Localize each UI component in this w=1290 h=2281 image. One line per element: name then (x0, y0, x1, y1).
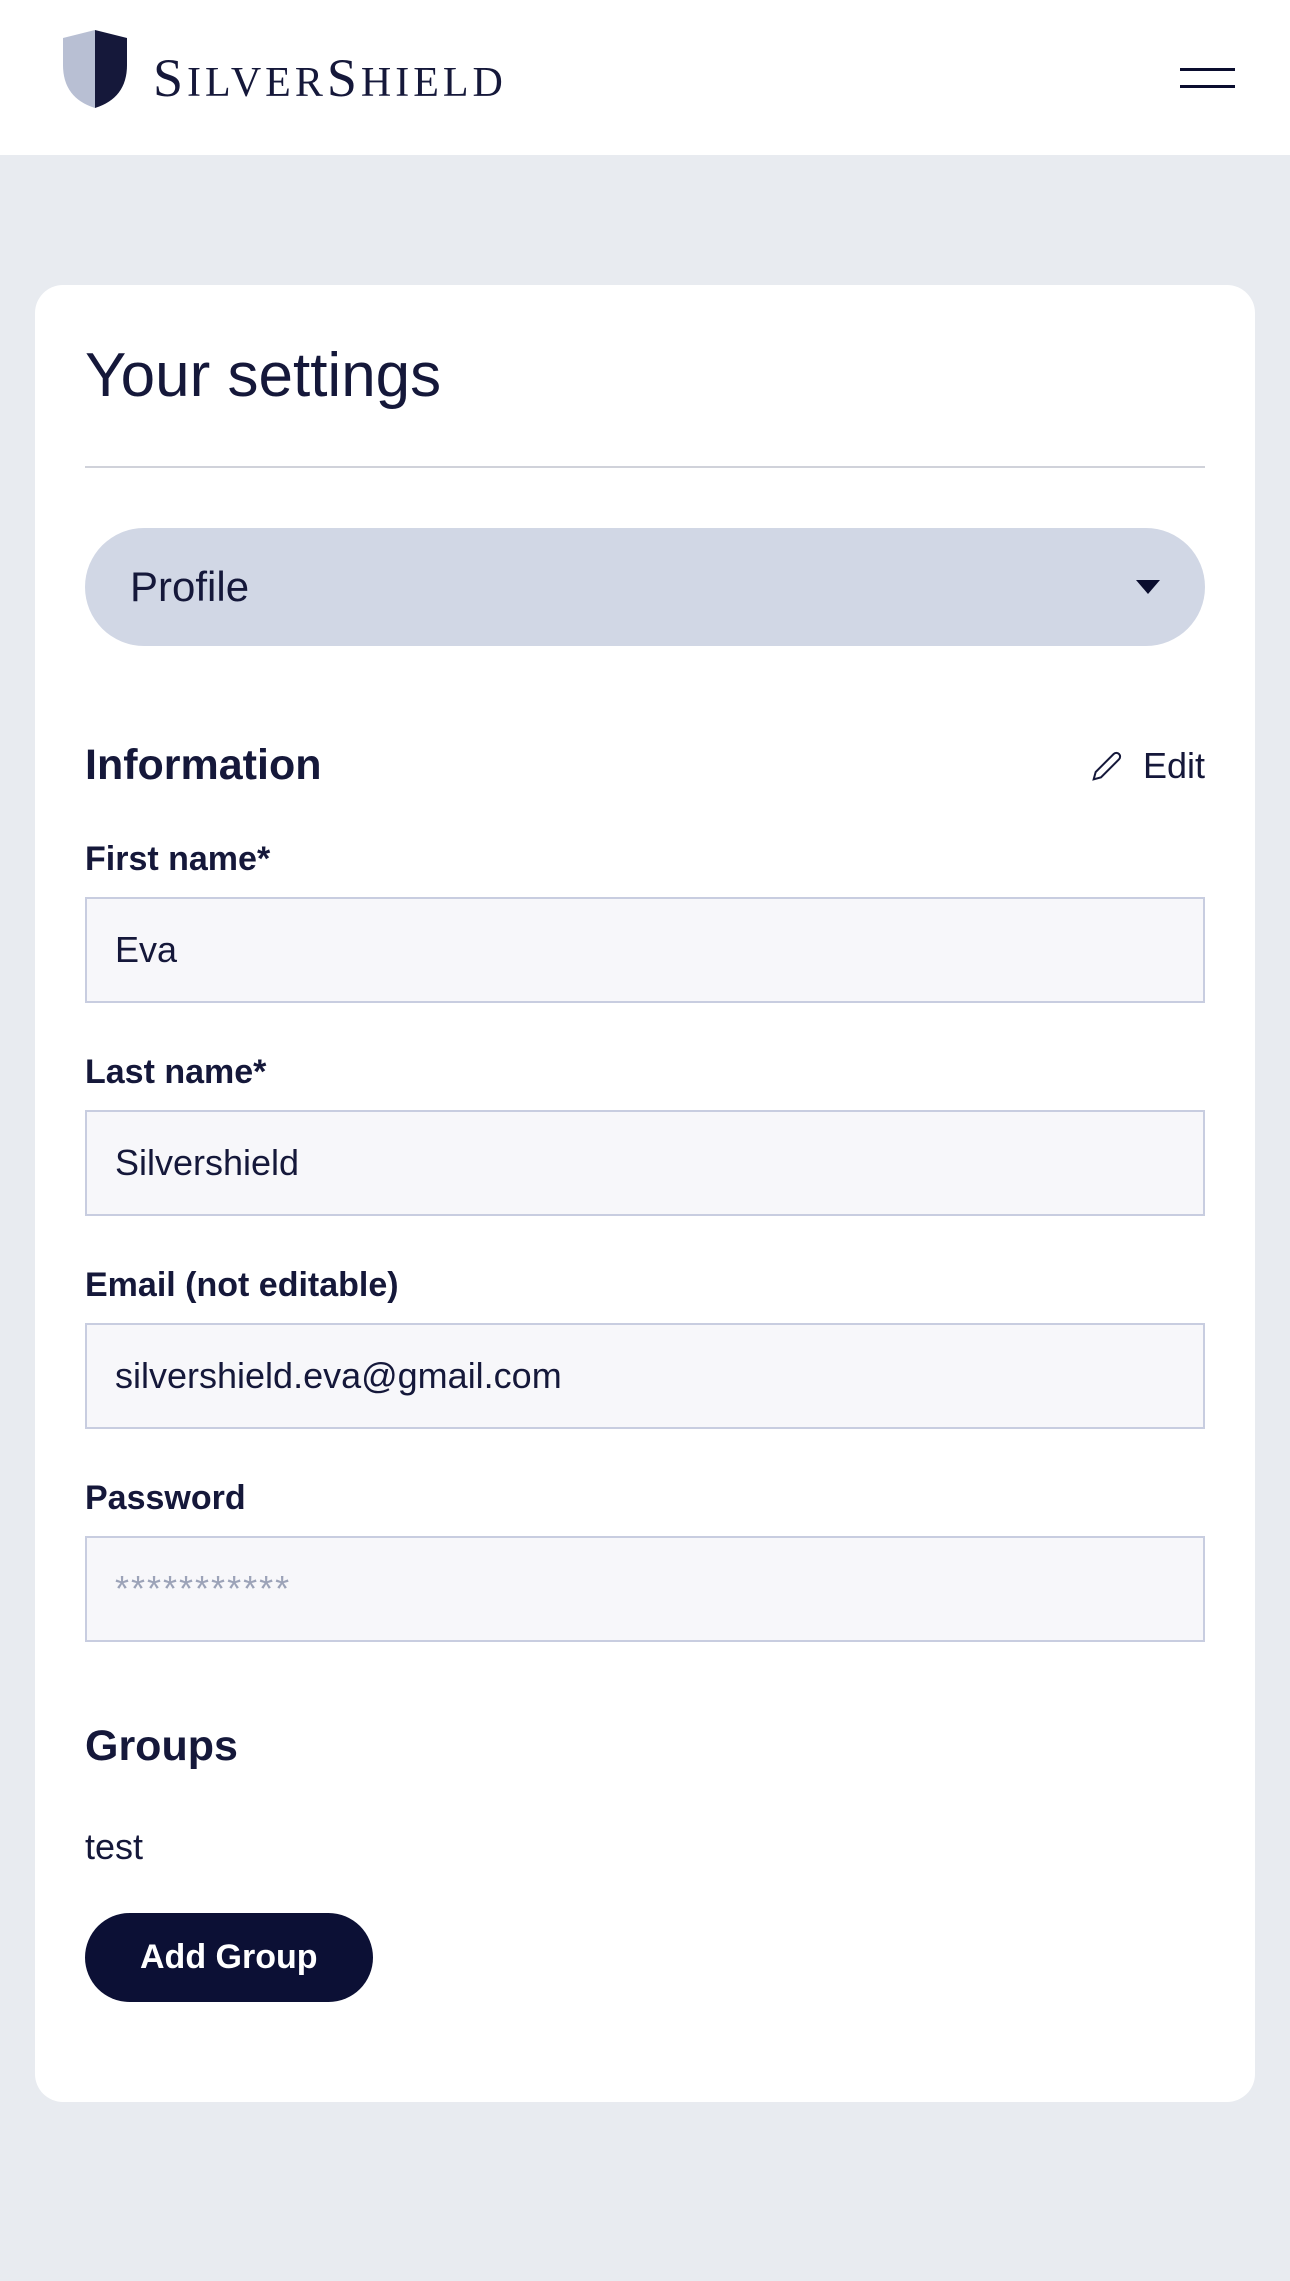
dropdown-selected: Profile (130, 563, 249, 611)
chevron-down-icon (1136, 580, 1160, 594)
first-name-field: First name* (85, 840, 1205, 1003)
groups-section: Groups test Add Group (85, 1722, 1205, 2002)
information-header: Information Edit (85, 741, 1205, 790)
last-name-field: Last name* (85, 1053, 1205, 1216)
password-label: Password (85, 1479, 1205, 1518)
first-name-input[interactable] (85, 897, 1205, 1003)
pencil-icon (1091, 750, 1123, 782)
last-name-input[interactable] (85, 1110, 1205, 1216)
main-content: Your settings Profile Information Edit F… (0, 155, 1290, 2102)
groups-title: Groups (85, 1722, 1205, 1771)
menu-button[interactable] (1180, 68, 1235, 88)
settings-card: Your settings Profile Information Edit F… (35, 285, 1255, 2102)
first-name-label: First name* (85, 840, 1205, 879)
logo-text: SILVERSHIELD (153, 47, 507, 109)
hamburger-icon (1180, 85, 1235, 88)
edit-label: Edit (1143, 745, 1205, 787)
edit-button[interactable]: Edit (1091, 745, 1205, 787)
email-input (85, 1323, 1205, 1429)
last-name-label: Last name* (85, 1053, 1205, 1092)
page-title: Your settings (85, 340, 1205, 411)
logo[interactable]: SILVERSHIELD (55, 30, 507, 125)
group-item: test (85, 1826, 1205, 1868)
password-field: Password (85, 1479, 1205, 1642)
email-label: Email (not editable) (85, 1266, 1205, 1305)
hamburger-icon (1180, 68, 1235, 71)
header: SILVERSHIELD (0, 0, 1290, 155)
section-dropdown[interactable]: Profile (85, 528, 1205, 646)
divider (85, 466, 1205, 468)
email-field: Email (not editable) (85, 1266, 1205, 1429)
shield-icon (55, 30, 135, 125)
information-title: Information (85, 741, 321, 790)
password-input[interactable] (85, 1536, 1205, 1642)
add-group-button[interactable]: Add Group (85, 1913, 373, 2002)
